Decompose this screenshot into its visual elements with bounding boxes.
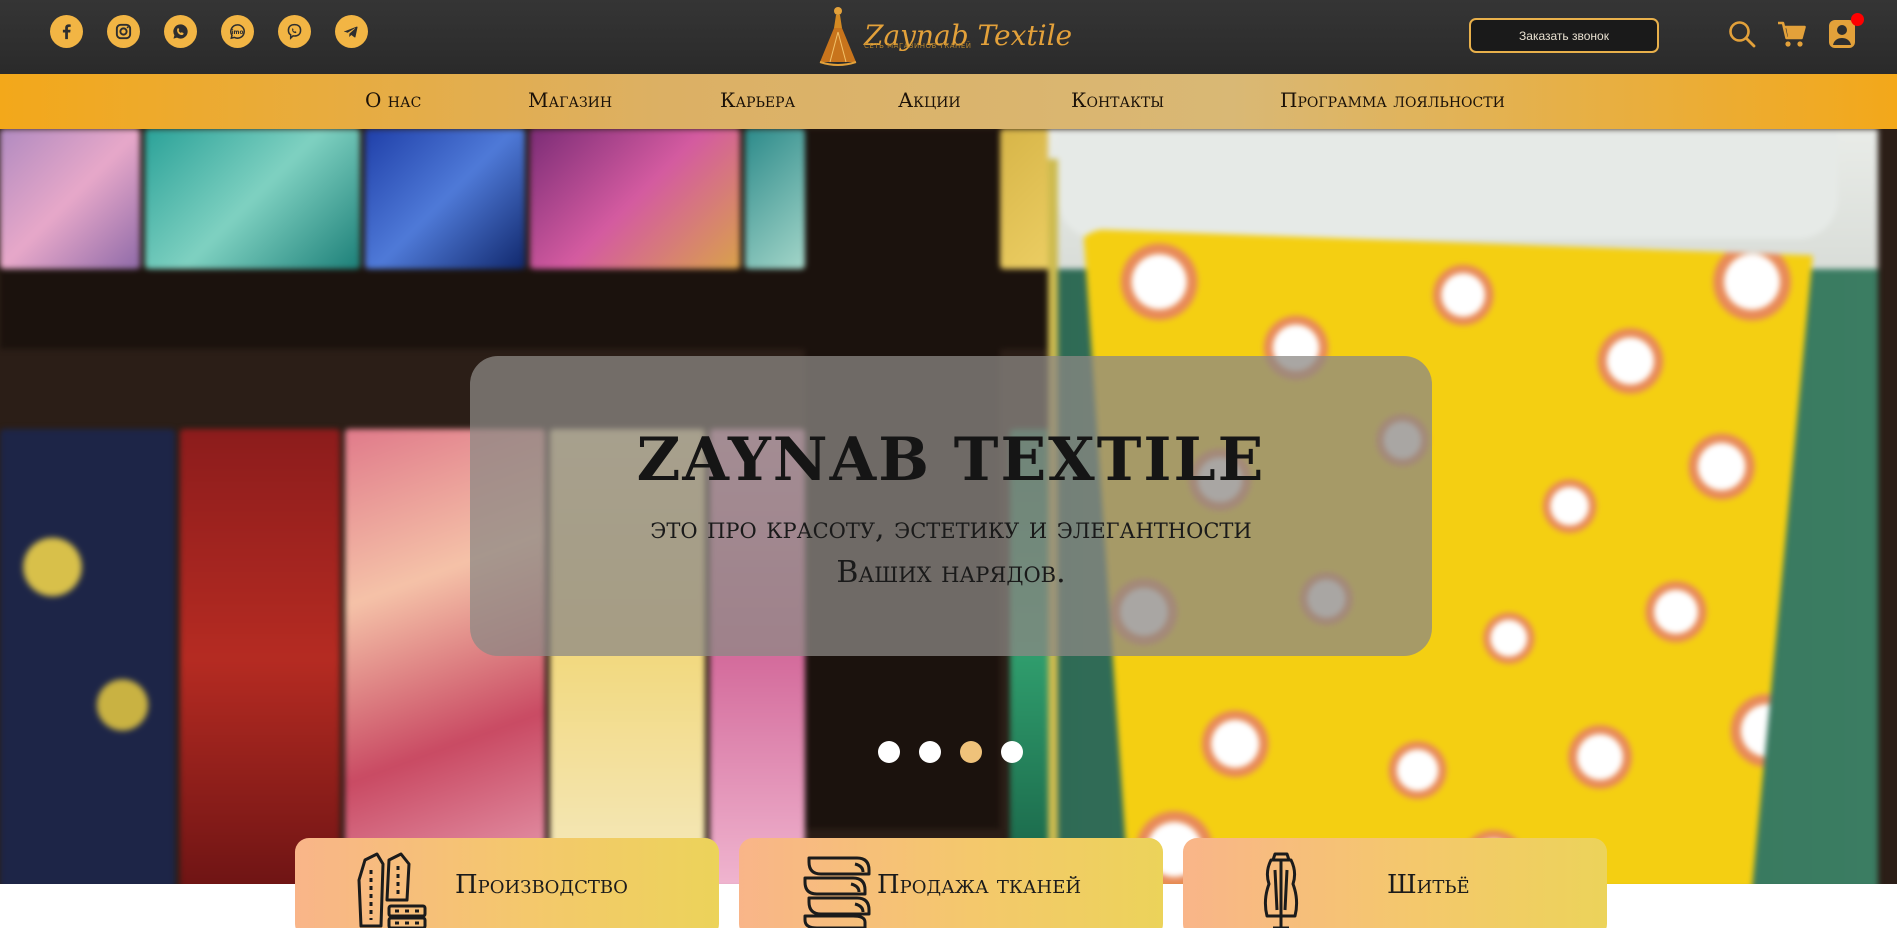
top-bar: imo Zaynab Textile СЕТЬ МАГАЗИНОВ ТКАНЕЙ… bbox=[0, 0, 1897, 74]
dress-form-icon bbox=[1243, 850, 1319, 928]
whatsapp-icon[interactable] bbox=[164, 15, 197, 48]
search-icon[interactable] bbox=[1726, 18, 1758, 50]
nav-item-career[interactable]: Карьера bbox=[720, 88, 795, 112]
viber-icon[interactable] bbox=[278, 15, 311, 48]
nav-item-contacts[interactable]: Контакты bbox=[1071, 88, 1164, 112]
service-card-label: Шитьё bbox=[1387, 870, 1470, 900]
site-logo[interactable]: Zaynab Textile СЕТЬ МАГАЗИНОВ ТКАНЕЙ bbox=[816, 4, 1072, 68]
imo-icon[interactable]: imo bbox=[221, 15, 254, 48]
main-nav: О нас Магазин Карьера Акции Контакты Про… bbox=[0, 74, 1897, 129]
hero-title: ZAYNAB TEXTILE bbox=[636, 425, 1266, 495]
service-cards: Производство Продажа тканей Шитьё bbox=[295, 838, 1607, 928]
slider-pagination bbox=[878, 741, 1023, 763]
hero-subtitle-line-1: это про красоту, эстетику и элегантности bbox=[650, 511, 1252, 546]
service-card-fabric-sales[interactable]: Продажа тканей bbox=[739, 838, 1163, 928]
hero-subtitle-line-2: Ваших нарядов. bbox=[836, 555, 1066, 590]
instagram-icon[interactable] bbox=[107, 15, 140, 48]
hero-slider: ZAYNAB TEXTILE это про красоту, эстетику… bbox=[0, 129, 1897, 884]
nav-item-promotions[interactable]: Акции bbox=[898, 88, 961, 112]
service-card-production[interactable]: Производство bbox=[295, 838, 719, 928]
cart-icon[interactable] bbox=[1776, 18, 1808, 50]
fabric-rolls-icon bbox=[799, 850, 875, 928]
hero-subtitle: это про красоту, эстетику и элегантности… bbox=[470, 507, 1432, 595]
slide-dot-4[interactable] bbox=[1001, 741, 1023, 763]
facebook-icon[interactable] bbox=[50, 15, 83, 48]
dress-logo-icon bbox=[819, 7, 857, 66]
request-call-button[interactable]: Заказать звонок bbox=[1469, 18, 1659, 53]
header-actions bbox=[1726, 13, 1864, 50]
slide-dot-2[interactable] bbox=[919, 741, 941, 763]
slide-dot-3-active[interactable] bbox=[960, 741, 982, 763]
nav-item-about[interactable]: О нас bbox=[365, 88, 421, 112]
telegram-icon[interactable] bbox=[335, 15, 368, 48]
nav-item-shop[interactable]: Магазин bbox=[528, 88, 612, 112]
service-card-label: Производство bbox=[455, 870, 628, 900]
logo-subtitle: СЕТЬ МАГАЗИНОВ ТКАНЕЙ bbox=[864, 42, 972, 50]
svg-text:imo: imo bbox=[232, 30, 244, 36]
service-card-tailoring[interactable]: Шитьё bbox=[1183, 838, 1607, 928]
notification-dot bbox=[1851, 13, 1864, 26]
garment-pattern-icon bbox=[355, 850, 431, 928]
hero-caption-panel bbox=[470, 356, 1432, 656]
service-card-label: Продажа тканей bbox=[877, 870, 1082, 900]
nav-item-loyalty[interactable]: Программа лояльности bbox=[1280, 88, 1505, 112]
account-icon[interactable] bbox=[1826, 13, 1864, 50]
social-links: imo bbox=[50, 15, 368, 48]
slide-dot-1[interactable] bbox=[878, 741, 900, 763]
